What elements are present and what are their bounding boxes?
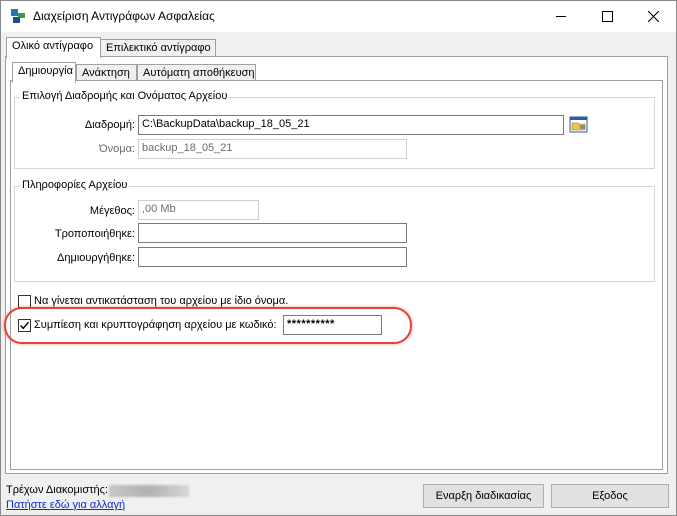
path-group-title: Επιλογή Διαδρομής και Ονόματος Αρχείου <box>20 90 230 102</box>
tab-full-backup[interactable]: Ολικό αντίγραφο <box>6 37 101 58</box>
window-title: Διαχείριση Αντιγράφων Ασφαλείας <box>33 9 215 23</box>
path-input[interactable]: C:\BackupData\backup_18_05_21 <box>138 115 564 135</box>
exit-button[interactable]: Εξοδος <box>551 484 669 508</box>
close-icon <box>647 11 659 22</box>
subtab-create[interactable]: Δημιουργία <box>12 62 76 83</box>
modified-field <box>138 223 407 243</box>
server-label: Τρέχων Διακομιστής: <box>6 484 108 496</box>
created-field <box>138 247 407 267</box>
app-blocks-icon <box>11 9 25 23</box>
size-label: Μέγεθος: <box>89 205 135 217</box>
close-button[interactable] <box>630 1 676 32</box>
compress-checkbox[interactable] <box>18 319 31 332</box>
title-bar[interactable]: Διαχείριση Αντιγράφων Ασφαλείας <box>1 1 676 32</box>
created-label: Δημιουργήθηκε: <box>57 252 135 264</box>
maximize-icon <box>601 11 613 22</box>
size-field: ,00 Mb <box>138 200 259 220</box>
replace-label: Να γίνεται αντικατάσταση του αρχείου με … <box>34 295 289 307</box>
path-label: Διαδρομή: <box>84 119 135 131</box>
backup-manager-window: Διαχείριση Αντιγράφων Ασφαλείας Ολικό αν… <box>0 0 677 516</box>
server-name-redacted <box>109 485 189 497</box>
maximize-button[interactable] <box>584 1 630 32</box>
name-label: Όνομα: <box>99 143 135 155</box>
password-input[interactable]: ********** <box>283 315 382 335</box>
checkmark-icon <box>20 321 30 330</box>
folder-browse-icon <box>569 116 588 133</box>
name-field: backup_18_05_21 <box>138 139 407 159</box>
compress-label: Συμπίεση και κρυπτογράφηση αρχείου με κω… <box>34 319 277 331</box>
browse-button[interactable] <box>568 114 590 136</box>
info-group-title: Πληροφορίες Αρχείου <box>20 179 130 191</box>
start-process-button[interactable]: Εναρξη διαδικασίας <box>423 484 544 508</box>
minimize-button[interactable] <box>538 1 584 32</box>
modified-label: Τροποποιήθηκε: <box>54 228 135 240</box>
change-server-link[interactable]: Πατήστε εδώ για αλλαγή <box>6 499 125 511</box>
minimize-icon <box>555 16 566 17</box>
